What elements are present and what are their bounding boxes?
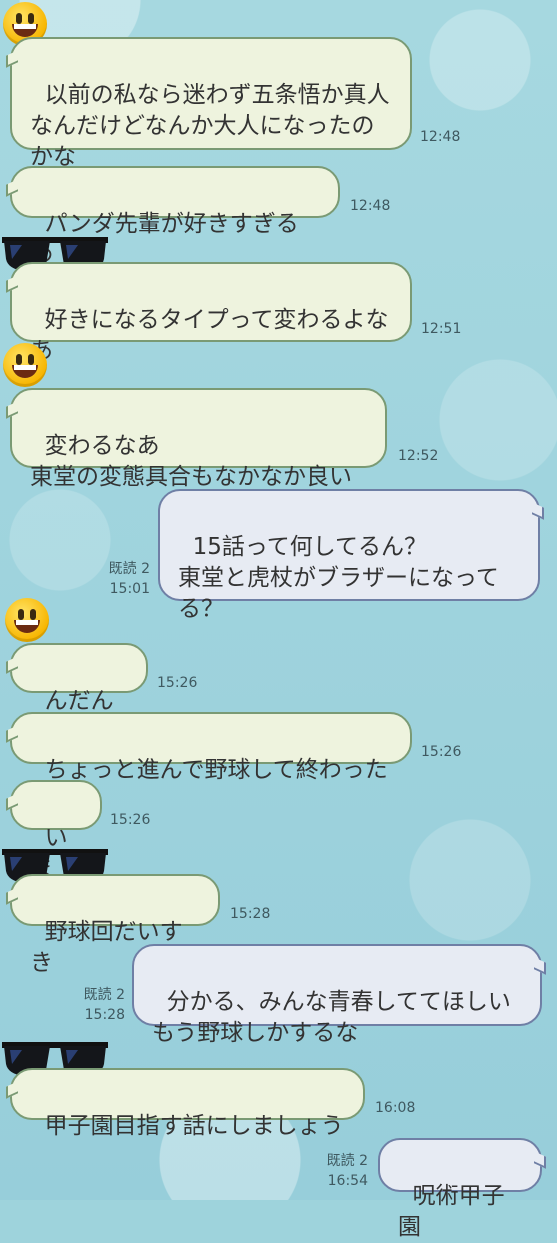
message-bubble[interactable]: 分かる、みんな青春しててほしい もう野球しかするな <box>132 944 542 1046</box>
message-text: 甲子園目指す話にしましょう <box>44 1113 344 1139</box>
message-time: 12:51 <box>421 321 462 337</box>
message-time: 15:01 <box>109 581 150 597</box>
message-bubble[interactable]: 以前の私なら迷わず五条悟か真人 なんだけどなんか大人になったの かな <box>10 37 412 170</box>
read-receipt: 既読 2 <box>326 1153 368 1169</box>
message-bubble[interactable]: 野球回だいすき <box>10 874 220 976</box>
message-bubble[interactable]: 変わるなあ 東堂の変態具合もなかなか良い <box>10 388 387 490</box>
smile-avatar-icon[interactable] <box>3 343 47 387</box>
message-bubble[interactable]: ちょっと進んで野球して終わった <box>10 712 412 783</box>
read-receipt: 既読 2 <box>83 987 125 1003</box>
message-time: 12:48 <box>350 198 391 214</box>
message-bubble[interactable]: 甲子園目指す話にしましょう <box>10 1068 365 1139</box>
message-bubble[interactable]: パンダ先輩が好きすぎるわ <box>10 166 340 268</box>
message-bubble[interactable]: 15話って何してるん？ 東堂と虎杖がブラザーになって る？ <box>158 489 540 622</box>
message-bubble[interactable]: いま <box>10 780 102 882</box>
message-time: 15:26 <box>421 744 462 760</box>
message-text: ちょっと進んで野球して終わった <box>44 757 388 783</box>
message-bubble[interactable]: 呪術甲子園 <box>378 1138 542 1240</box>
read-receipt: 既読 2 <box>108 561 150 577</box>
smile-avatar-icon[interactable] <box>5 598 49 642</box>
message-time: 15:28 <box>84 1007 125 1023</box>
message-time: 15:26 <box>157 675 198 691</box>
message-text: 呪術甲子園 <box>398 1183 505 1240</box>
message-time: 15:26 <box>110 812 151 828</box>
message-time: 15:28 <box>230 906 271 922</box>
message-time: 16:54 <box>327 1173 368 1189</box>
message-bubble[interactable]: んだんだ <box>10 643 148 745</box>
message-time: 12:48 <box>420 129 461 145</box>
message-bubble[interactable]: 好きになるタイプって変わるよな あ <box>10 262 412 364</box>
message-text: 変わるなあ 東堂の変態具合もなかなか良い <box>30 433 352 490</box>
message-time: 12:52 <box>398 448 439 464</box>
message-time: 16:08 <box>375 1100 416 1116</box>
